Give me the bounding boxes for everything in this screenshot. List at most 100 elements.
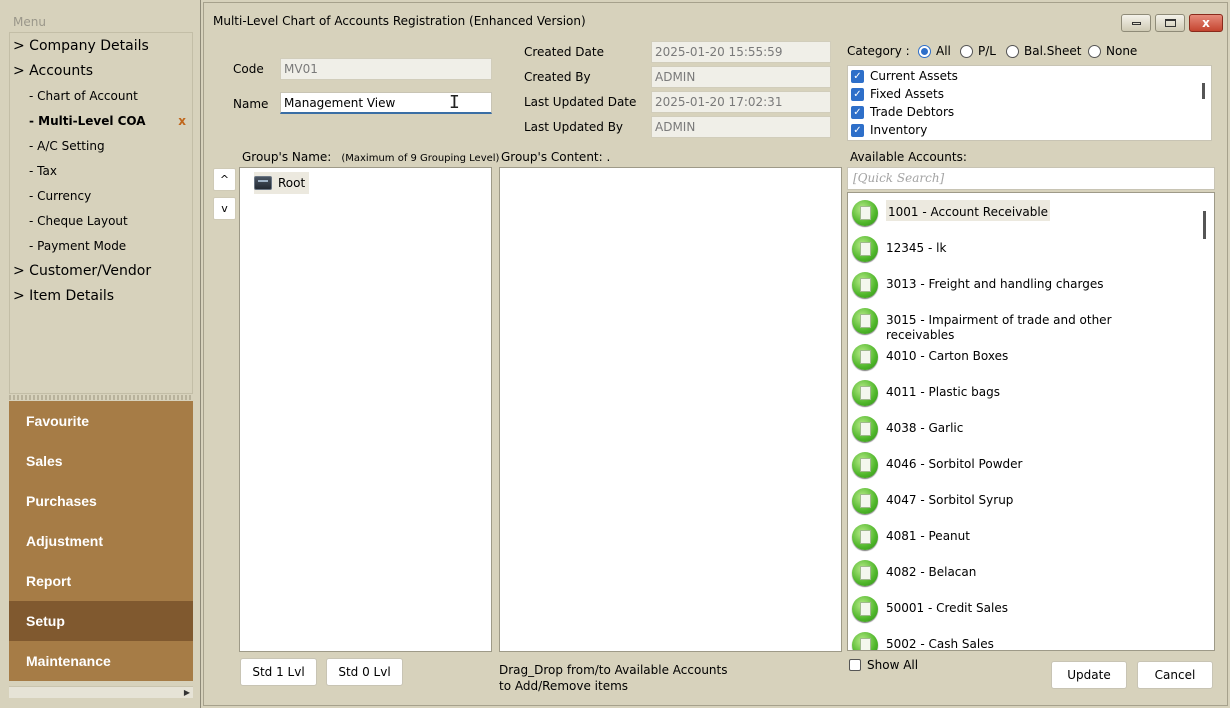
category-item-label: Current Assets bbox=[870, 69, 958, 83]
close-button[interactable]: x bbox=[1189, 14, 1223, 32]
coa-registration-window: Multi-Level Chart of Accounts Registrati… bbox=[203, 2, 1228, 706]
close-icon: x bbox=[1202, 16, 1210, 30]
nav-favourite[interactable]: Favourite bbox=[9, 401, 193, 441]
checkbox-checked-icon[interactable]: ✓ bbox=[851, 105, 864, 119]
account-label: 50001 - Credit Sales bbox=[886, 601, 1008, 615]
move-up-button[interactable]: ^ bbox=[213, 168, 236, 191]
category-radio-none[interactable]: None bbox=[1088, 44, 1137, 58]
maximize-icon bbox=[1164, 19, 1176, 27]
checkbox-checked-icon[interactable]: ✓ bbox=[851, 123, 864, 137]
account-item[interactable]: 4011 - Plastic bags bbox=[852, 380, 1192, 406]
account-item[interactable]: 5002 - Cash Sales bbox=[852, 632, 1192, 651]
nav-maintenance[interactable]: Maintenance bbox=[9, 641, 193, 681]
radio-label: P/L bbox=[978, 44, 996, 58]
radio-label: All bbox=[936, 44, 951, 58]
account-item[interactable]: 3015 - Impairment of trade and other rec… bbox=[852, 308, 1192, 343]
group-tree-panel[interactable]: Root bbox=[239, 167, 492, 652]
nav-setup[interactable]: Setup bbox=[9, 601, 193, 641]
maximize-button[interactable] bbox=[1155, 14, 1185, 32]
show-all-label: Show All bbox=[867, 658, 919, 672]
group-name-label: Group's Name: (Maximum of 9 Grouping Leve… bbox=[242, 150, 499, 164]
tree-item-tax[interactable]: - Tax bbox=[10, 160, 57, 182]
drag-drop-hint: Drag_Drop from/to Available Accounts to … bbox=[499, 662, 759, 694]
minimize-button[interactable] bbox=[1121, 14, 1151, 32]
category-item-label: Trade Debtors bbox=[870, 105, 955, 119]
account-item[interactable]: 50001 - Credit Sales bbox=[852, 596, 1192, 622]
close-tab-icon[interactable]: x bbox=[178, 110, 186, 132]
scroll-right-icon[interactable]: ▶ bbox=[184, 687, 190, 698]
last-updated-by-field: ADMIN bbox=[651, 116, 831, 138]
account-item[interactable]: 3013 - Freight and handling charges bbox=[852, 272, 1192, 298]
nav-adjustment[interactable]: Adjustment bbox=[9, 521, 193, 561]
category-item-label: Inventory bbox=[870, 123, 928, 137]
account-item[interactable]: 1001 - Account Receivable bbox=[852, 200, 1192, 226]
category-item[interactable]: ✓ Current Assets bbox=[851, 67, 958, 85]
account-label: 5002 - Cash Sales bbox=[886, 637, 994, 651]
category-radio-pl[interactable]: P/L bbox=[960, 44, 996, 58]
tree-node-label: Root bbox=[278, 176, 306, 190]
account-item[interactable]: 4047 - Sorbitol Syrup bbox=[852, 488, 1192, 514]
menu-splitter[interactable] bbox=[9, 395, 193, 400]
checkbox-checked-icon[interactable]: ✓ bbox=[851, 87, 864, 101]
category-item[interactable]: ✓ Fixed Assets bbox=[851, 85, 944, 103]
tree-item-multi-level-coa[interactable]: - Multi-Level COA x bbox=[10, 110, 192, 132]
minimize-icon bbox=[1131, 21, 1141, 25]
tree-item-currency[interactable]: - Currency bbox=[10, 185, 91, 207]
std-1-lvl-button[interactable]: Std 1 Lvl bbox=[240, 658, 317, 686]
nav-sales[interactable]: Sales bbox=[9, 441, 193, 481]
category-item[interactable]: ✓ Inventory bbox=[851, 121, 927, 139]
category-radio-all[interactable]: All bbox=[918, 44, 951, 58]
account-item[interactable]: 12345 - lk bbox=[852, 236, 1192, 262]
tree-item-company-details[interactable]: > Company Details bbox=[10, 35, 149, 57]
drag-hint-line: Drag_Drop from/to Available Accounts bbox=[499, 663, 728, 677]
tree-item-cheque-layout[interactable]: - Cheque Layout bbox=[10, 210, 128, 232]
quick-search-input[interactable]: [Quick Search] bbox=[847, 167, 1215, 190]
account-icon bbox=[852, 272, 878, 298]
cancel-button[interactable]: Cancel bbox=[1137, 661, 1213, 689]
radio-icon bbox=[960, 44, 973, 58]
tree-item-ac-setting[interactable]: - A/C Setting bbox=[10, 135, 105, 157]
nav-report[interactable]: Report bbox=[9, 561, 193, 601]
created-by-field: ADMIN bbox=[651, 66, 831, 88]
checkbox-checked-icon[interactable]: ✓ bbox=[851, 69, 864, 83]
accounts-scrollbar-thumb[interactable] bbox=[1203, 211, 1206, 239]
tree-item-accounts[interactable]: > Accounts bbox=[10, 60, 93, 82]
show-all-checkbox[interactable]: Show All bbox=[849, 658, 918, 672]
account-icon bbox=[852, 596, 878, 622]
category-radio-balsheet[interactable]: Bal.Sheet bbox=[1006, 44, 1081, 58]
tree-item-chart-of-account[interactable]: - Chart of Account bbox=[10, 85, 138, 107]
checkbox-icon[interactable] bbox=[849, 659, 861, 671]
name-label: Name bbox=[233, 97, 269, 111]
drag-hint-line: to Add/Remove items bbox=[499, 679, 629, 693]
tree-node-root[interactable]: Root bbox=[254, 172, 310, 194]
tree-item-customer-vendor[interactable]: > Customer/Vendor bbox=[10, 260, 151, 282]
category-item-label: Fixed Assets bbox=[870, 87, 944, 101]
account-item[interactable]: 4010 - Carton Boxes bbox=[852, 344, 1192, 370]
account-label: 4082 - Belacan bbox=[886, 565, 977, 579]
available-accounts-list[interactable]: 1001 - Account Receivable 12345 - lk 301… bbox=[847, 192, 1215, 651]
account-icon bbox=[852, 632, 878, 650]
account-item[interactable]: 4038 - Garlic bbox=[852, 416, 1192, 442]
group-content-label: Group's Content: . bbox=[501, 150, 611, 164]
last-updated-date-field: 2025-01-20 17:02:31 bbox=[651, 91, 831, 113]
group-content-panel[interactable] bbox=[499, 167, 842, 652]
account-icon bbox=[852, 200, 878, 226]
tree-item-payment-mode[interactable]: - Payment Mode bbox=[10, 235, 126, 257]
category-item[interactable]: ✓ Trade Debtors bbox=[851, 103, 954, 121]
account-icon bbox=[852, 524, 878, 550]
created-date-label: Created Date bbox=[524, 45, 604, 59]
account-item[interactable]: 4046 - Sorbitol Powder bbox=[852, 452, 1192, 478]
menu-tree: > Company Details > Accounts - Chart of … bbox=[9, 32, 193, 394]
category-scrollbar-thumb[interactable] bbox=[1202, 83, 1205, 99]
tree-item-item-details[interactable]: > Item Details bbox=[10, 285, 114, 307]
account-item[interactable]: 4082 - Belacan bbox=[852, 560, 1192, 586]
std-0-lvl-button[interactable]: Std 0 Lvl bbox=[326, 658, 403, 686]
menu-horizontal-scrollbar[interactable]: ▶ bbox=[9, 686, 193, 698]
update-button[interactable]: Update bbox=[1051, 661, 1127, 689]
nav-purchases[interactable]: Purchases bbox=[9, 481, 193, 521]
account-label: 4038 - Garlic bbox=[886, 421, 964, 435]
category-list[interactable]: ✓ Current Assets ✓ Fixed Assets ✓ Trade Deb… bbox=[847, 65, 1212, 141]
code-field[interactable]: MV01 bbox=[280, 58, 492, 80]
move-down-button[interactable]: v bbox=[213, 197, 236, 220]
account-item[interactable]: 4081 - Peanut bbox=[852, 524, 1192, 550]
